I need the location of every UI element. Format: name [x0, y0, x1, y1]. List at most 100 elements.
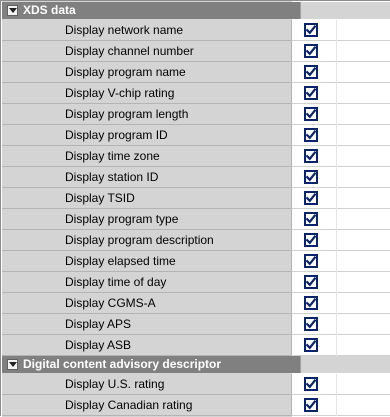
checkbox[interactable] — [304, 107, 318, 121]
cell-divider — [336, 188, 337, 209]
property-label: Display time zone — [65, 149, 160, 163]
property-value-cell — [291, 62, 390, 83]
checkmark-icon — [306, 193, 316, 203]
property-row: Display APS — [2, 314, 390, 335]
property-label-cell: Display ASB — [2, 335, 291, 356]
checkbox[interactable] — [304, 44, 318, 58]
property-value-cell — [291, 41, 390, 62]
property-label-cell: Display CGMS-A — [2, 293, 291, 314]
property-value-cell — [291, 83, 390, 104]
property-label: Display Canadian rating — [65, 398, 193, 412]
property-label-cell: Display program description — [2, 230, 291, 251]
property-value-cell — [291, 20, 390, 41]
property-label: Display program description — [65, 233, 214, 247]
checkbox[interactable] — [304, 191, 318, 205]
property-label: Display time of day — [65, 275, 167, 289]
checkmark-icon — [306, 25, 316, 35]
property-row: Display CGMS-A — [2, 293, 390, 314]
checkbox[interactable] — [304, 233, 318, 247]
property-label: Display CGMS-A — [65, 296, 156, 310]
property-label-cell: Display APS — [2, 314, 291, 335]
checkbox[interactable] — [304, 212, 318, 226]
property-label-cell: Display program ID — [2, 125, 291, 146]
cell-divider — [336, 41, 337, 62]
property-label: Display program name — [65, 65, 186, 79]
cell-divider — [336, 167, 337, 188]
cell-divider — [336, 395, 337, 416]
cell-divider — [336, 209, 337, 230]
property-value-cell — [291, 188, 390, 209]
checkmark-icon — [306, 235, 316, 245]
checkmark-icon — [306, 109, 316, 119]
property-label-cell: Display elapsed time — [2, 251, 291, 272]
collapse-triangle-icon[interactable] — [7, 359, 18, 370]
checkbox[interactable] — [304, 296, 318, 310]
property-label-cell: Display Canadian rating — [2, 395, 291, 416]
checkbox[interactable] — [304, 86, 318, 100]
property-label: Display U.S. rating — [65, 377, 165, 391]
cell-divider — [336, 374, 337, 395]
property-label-cell: Display network name — [2, 20, 291, 41]
section-title: XDS data — [23, 3, 76, 17]
property-value-cell — [291, 125, 390, 146]
checkbox[interactable] — [304, 23, 318, 37]
property-label: Display channel number — [65, 44, 194, 58]
cell-divider — [336, 251, 337, 272]
cell-divider — [336, 125, 337, 146]
cell-divider — [336, 146, 337, 167]
checkmark-icon — [306, 277, 316, 287]
section-header[interactable]: Digital content advisory descriptor — [2, 356, 390, 373]
cell-divider — [336, 293, 337, 314]
property-value-cell — [291, 395, 390, 416]
property-label-cell: Display program length — [2, 104, 291, 125]
checkmark-icon — [306, 67, 316, 77]
property-label-cell: Display station ID — [2, 167, 291, 188]
checkbox[interactable] — [304, 149, 318, 163]
property-row: Display U.S. rating — [2, 374, 390, 395]
property-row: Display time of day — [2, 272, 390, 293]
property-label: Display program length — [65, 107, 189, 121]
property-label-cell: Display time zone — [2, 146, 291, 167]
section-header-value-cell — [300, 356, 390, 373]
property-value-cell — [291, 167, 390, 188]
property-label-cell: Display program type — [2, 209, 291, 230]
checkbox[interactable] — [304, 377, 318, 391]
property-value-cell — [291, 335, 390, 356]
checkbox[interactable] — [304, 254, 318, 268]
property-label: Display elapsed time — [65, 254, 176, 268]
collapse-triangle-icon[interactable] — [7, 5, 18, 16]
checkbox[interactable] — [304, 65, 318, 79]
checkmark-icon — [306, 46, 316, 56]
checkbox[interactable] — [304, 275, 318, 289]
property-label: Display network name — [65, 23, 184, 37]
property-label: Display TSID — [65, 191, 135, 205]
checkbox[interactable] — [304, 398, 318, 412]
property-row: Display V-chip rating — [2, 83, 390, 104]
checkmark-icon — [306, 151, 316, 161]
cell-divider — [336, 335, 337, 356]
section-header[interactable]: XDS data — [2, 2, 390, 19]
property-row: Display program length — [2, 104, 390, 125]
checkmark-icon — [306, 256, 316, 266]
cell-divider — [336, 83, 337, 104]
property-row: Display program type — [2, 209, 390, 230]
cell-divider — [336, 104, 337, 125]
property-value-cell — [291, 293, 390, 314]
property-grid: XDS data Display network name Display chan… — [0, 0, 390, 417]
cell-divider — [336, 230, 337, 251]
property-value-cell — [291, 251, 390, 272]
checkmark-icon — [306, 340, 316, 350]
property-value-cell — [291, 374, 390, 395]
section-title: Digital content advisory descriptor — [23, 357, 222, 371]
property-value-cell — [291, 146, 390, 167]
property-label-cell: Display channel number — [2, 41, 291, 62]
checkbox[interactable] — [304, 338, 318, 352]
property-label: Display station ID — [65, 170, 159, 184]
checkbox[interactable] — [304, 128, 318, 142]
property-value-cell — [291, 314, 390, 335]
checkbox[interactable] — [304, 317, 318, 331]
property-row: Display channel number — [2, 41, 390, 62]
checkmark-icon — [306, 400, 316, 410]
checkbox[interactable] — [304, 170, 318, 184]
property-value-cell — [291, 230, 390, 251]
